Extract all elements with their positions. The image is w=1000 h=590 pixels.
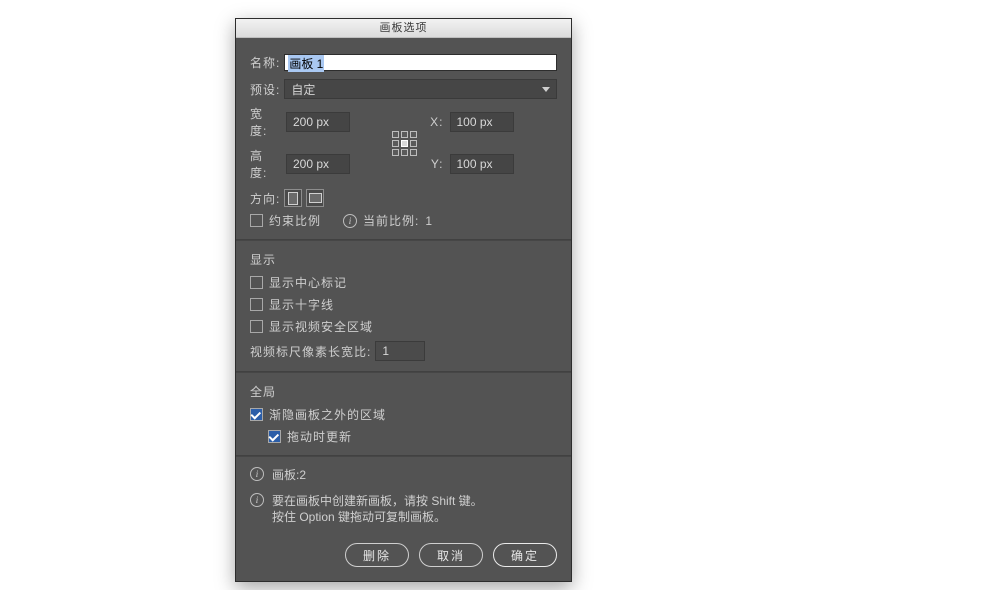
dialog-content: 名称: 画板 1 预设: 自定 宽度: 200 px X: [236, 38, 571, 581]
pixel-aspect-input[interactable]: 1 [375, 341, 425, 361]
reference-point-center[interactable] [401, 140, 408, 147]
divider [236, 371, 571, 373]
width-input[interactable]: 200 px [286, 112, 350, 132]
cancel-button[interactable]: 取消 [419, 543, 483, 567]
width-field: 宽度: 200 px [250, 105, 378, 139]
x-field: X: 100 px [430, 112, 558, 132]
pixel-aspect-label: 视频标尺像素长宽比: [250, 343, 371, 360]
height-input[interactable]: 200 px [286, 154, 350, 174]
preset-select[interactable]: 自定 [284, 79, 557, 99]
show-safe-checkbox[interactable] [250, 320, 263, 333]
divider [236, 455, 571, 457]
orientation-label: 方向: [250, 190, 280, 207]
chevron-down-icon [542, 87, 550, 92]
show-cross-row: 显示十字线 [250, 296, 557, 313]
constrain-label: 约束比例 [269, 212, 321, 229]
check-icon [268, 430, 279, 441]
artboard-count-row: i 画板:2 [250, 467, 557, 483]
y-field: Y: 100 px [430, 154, 558, 174]
drag-update-checkbox[interactable] [268, 430, 281, 443]
reference-point-grid[interactable] [392, 131, 416, 155]
size-grid: 宽度: 200 px X: 100 px 高度: 200 px Y: 100 p… [250, 105, 557, 181]
hint-row: i 要在画板中创建新画板，请按 Shift 键。 按住 Option 键拖动可复… [250, 493, 557, 525]
drag-update-row: 拖动时更新 [268, 428, 557, 445]
orientation-buttons [284, 189, 324, 207]
preset-row: 预设: 自定 [250, 79, 557, 99]
height-label: 高度: [250, 147, 280, 181]
orientation-landscape-button[interactable] [306, 189, 324, 207]
pixel-aspect-row: 视频标尺像素长宽比: 1 [250, 341, 557, 361]
show-safe-label: 显示视频安全区域 [269, 318, 373, 335]
orientation-row: 方向: [250, 189, 557, 207]
x-input[interactable]: 100 px [450, 112, 514, 132]
name-input[interactable]: 画板 1 [284, 54, 557, 71]
artboard-count-value: 2 [299, 468, 306, 482]
info-icon: i [250, 493, 264, 507]
name-label: 名称: [250, 54, 280, 71]
drag-update-label: 拖动时更新 [287, 428, 352, 445]
preset-value: 自定 [291, 81, 315, 98]
name-row: 名称: 画板 1 [250, 53, 557, 71]
artboard-options-dialog: 画板选项 名称: 画板 1 预设: 自定 宽度: 200 px [235, 18, 572, 582]
current-ratio-label: 当前比例: [363, 212, 419, 229]
y-input[interactable]: 100 px [450, 154, 514, 174]
show-cross-label: 显示十字线 [269, 296, 334, 313]
artboard-count-label: 画板: [272, 468, 299, 482]
hint-text: 要在画板中创建新画板，请按 Shift 键。 按住 Option 键拖动可复制画… [272, 493, 483, 525]
orientation-portrait-button[interactable] [284, 189, 302, 207]
global-section-label: 全局 [250, 383, 557, 400]
dialog-title: 画板选项 [236, 19, 571, 38]
info-icon: i [343, 214, 357, 228]
height-field: 高度: 200 px [250, 147, 378, 181]
show-center-mark-checkbox[interactable] [250, 276, 263, 289]
delete-button[interactable]: 删除 [345, 543, 409, 567]
show-center-mark-row: 显示中心标记 [250, 274, 557, 291]
info-icon: i [250, 467, 264, 481]
show-cross-checkbox[interactable] [250, 298, 263, 311]
show-safe-row: 显示视频安全区域 [250, 318, 557, 335]
constrain-checkbox[interactable] [250, 214, 263, 227]
current-ratio-value: 1 [425, 214, 433, 228]
x-label: X: [430, 115, 444, 129]
portrait-icon [288, 192, 298, 205]
fade-row: 渐隐画板之外的区域 [250, 406, 557, 423]
dialog-footer: 删除 取消 确定 [250, 543, 557, 567]
fade-checkbox[interactable] [250, 408, 263, 421]
landscape-icon [309, 193, 322, 203]
display-section-label: 显示 [250, 251, 557, 268]
ok-button[interactable]: 确定 [493, 543, 557, 567]
fade-label: 渐隐画板之外的区域 [269, 406, 386, 423]
check-icon [250, 408, 261, 419]
constrain-row: 约束比例 i 当前比例: 1 [250, 212, 557, 229]
divider [236, 239, 571, 241]
preset-label: 预设: [250, 81, 280, 98]
y-label: Y: [430, 157, 444, 171]
name-input-value: 画板 1 [288, 55, 324, 72]
width-label: 宽度: [250, 105, 280, 139]
show-center-mark-label: 显示中心标记 [269, 274, 347, 291]
